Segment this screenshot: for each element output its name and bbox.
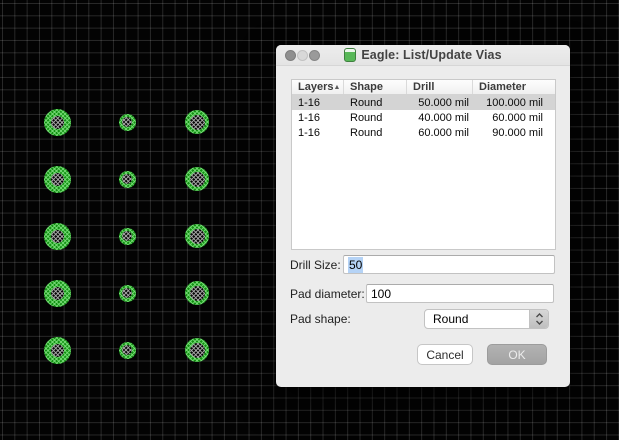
via-drill-hole [122,231,132,241]
via[interactable] [185,224,209,248]
vias-table: Layers ▲ Shape Drill Diameter 1-16 Round… [291,79,556,250]
close-button[interactable] [285,50,296,61]
cell-drill: 50.000 mil [407,97,473,109]
cell-diameter: 60.000 mil [473,112,555,124]
cell-layers: 1-16 [292,97,344,109]
via-drill-hole [51,116,64,129]
table-header: Layers ▲ Shape Drill Diameter [292,80,555,95]
via-drill-hole [122,174,132,184]
selected-input-text: 50 [348,257,363,273]
pad-shape-label: Pad shape: [290,312,351,326]
via[interactable] [185,338,209,362]
via-drill-hole [122,288,132,298]
table-row[interactable]: 1-16 Round 40.000 mil 60.000 mil [292,110,555,125]
cell-diameter: 90.000 mil [473,127,555,139]
pad-shape-dropdown[interactable]: Round [424,309,549,329]
column-header-label: Layers [298,81,333,93]
via-drill-hole [190,343,205,358]
input-text: 100 [371,287,391,301]
via[interactable] [44,223,71,250]
cell-layers: 1-16 [292,127,344,139]
cell-diameter: 100.000 mil [473,97,555,109]
zoom-button[interactable] [309,50,320,61]
via[interactable] [185,110,209,134]
via-drill-hole [190,286,205,301]
ok-button[interactable]: OK [487,344,547,365]
cell-shape: Round [344,112,407,124]
dropdown-arrows-icon [529,310,548,328]
via[interactable] [119,114,136,131]
table-row[interactable]: 1-16 Round 50.000 mil 100.000 mil [292,95,555,110]
column-header-drill[interactable]: Drill [407,80,473,94]
via[interactable] [44,280,71,307]
sort-ascending-icon: ▲ [333,84,340,91]
dialog-titlebar[interactable]: Eagle: List/Update Vias [276,45,570,66]
column-header-label: Diameter [479,81,526,93]
cell-shape: Round [344,127,407,139]
via[interactable] [44,166,71,193]
screen: Eagle: List/Update Vias Layers ▲ Shape D… [0,0,619,440]
cell-drill: 40.000 mil [407,112,473,124]
drill-size-label: Drill Size: [290,258,341,272]
drill-size-input[interactable]: 50 [343,255,555,274]
minimize-button[interactable] [297,50,308,61]
via-drill-hole [51,344,64,357]
table-row[interactable]: 1-16 Round 60.000 mil 90.000 mil [292,125,555,140]
column-header-diameter[interactable]: Diameter [473,80,555,94]
via-drill-hole [122,117,132,127]
via[interactable] [185,167,209,191]
via-document-icon [344,48,356,62]
via[interactable] [44,109,71,136]
via[interactable] [119,285,136,302]
pad-diameter-label: Pad diameter: [290,287,365,301]
via-drill-hole [122,345,132,355]
via-drill-hole [190,172,205,187]
via[interactable] [119,228,136,245]
via[interactable] [119,342,136,359]
via-drill-hole [51,173,64,186]
column-header-label: Drill [413,81,434,93]
pad-diameter-input[interactable]: 100 [366,284,554,303]
cell-layers: 1-16 [292,112,344,124]
dialog-window: Eagle: List/Update Vias Layers ▲ Shape D… [276,45,570,387]
via-drill-hole [51,287,64,300]
column-header-shape[interactable]: Shape [344,80,407,94]
via-drill-hole [51,230,64,243]
dropdown-selected-value: Round [433,312,468,326]
via[interactable] [44,337,71,364]
dialog-title: Eagle: List/Update Vias [361,48,501,62]
cell-drill: 60.000 mil [407,127,473,139]
title-group: Eagle: List/Update Vias [344,48,501,62]
cancel-button[interactable]: Cancel [417,344,473,365]
via-drill-hole [190,229,205,244]
via-drill-hole [190,115,205,130]
via[interactable] [119,171,136,188]
column-header-layers[interactable]: Layers ▲ [292,80,344,94]
via[interactable] [185,281,209,305]
cell-shape: Round [344,97,407,109]
table-body: 1-16 Round 50.000 mil 100.000 mil 1-16 R… [292,95,555,140]
column-header-label: Shape [350,81,383,93]
